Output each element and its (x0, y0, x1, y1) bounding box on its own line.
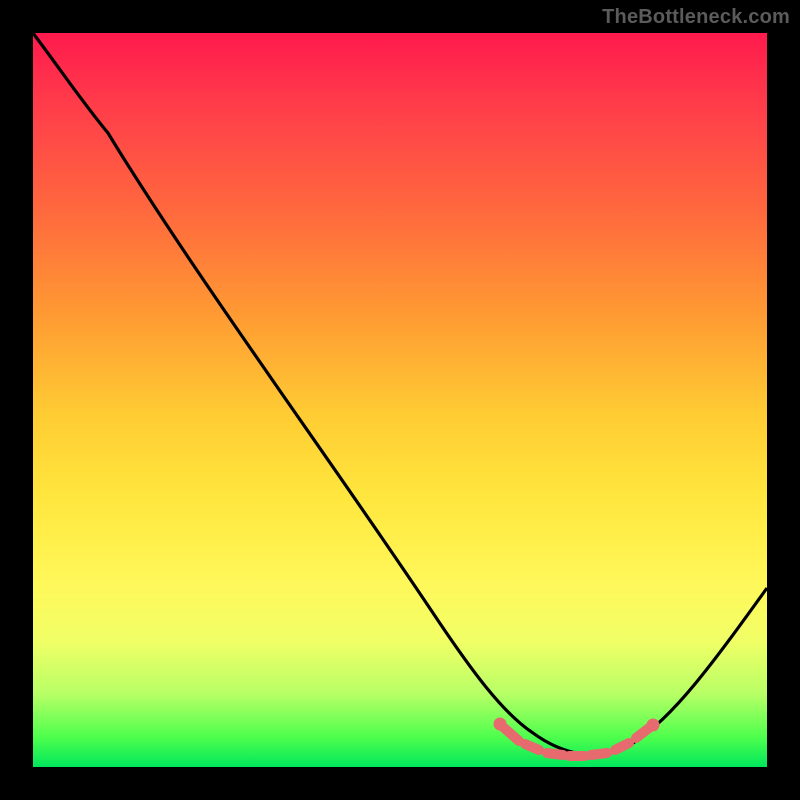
watermark-text: TheBottleneck.com (602, 6, 790, 29)
bottleneck-curve (33, 33, 767, 755)
chart-canvas: TheBottleneck.com (0, 0, 800, 800)
plot-area (33, 33, 767, 767)
curve-svg (33, 33, 767, 767)
